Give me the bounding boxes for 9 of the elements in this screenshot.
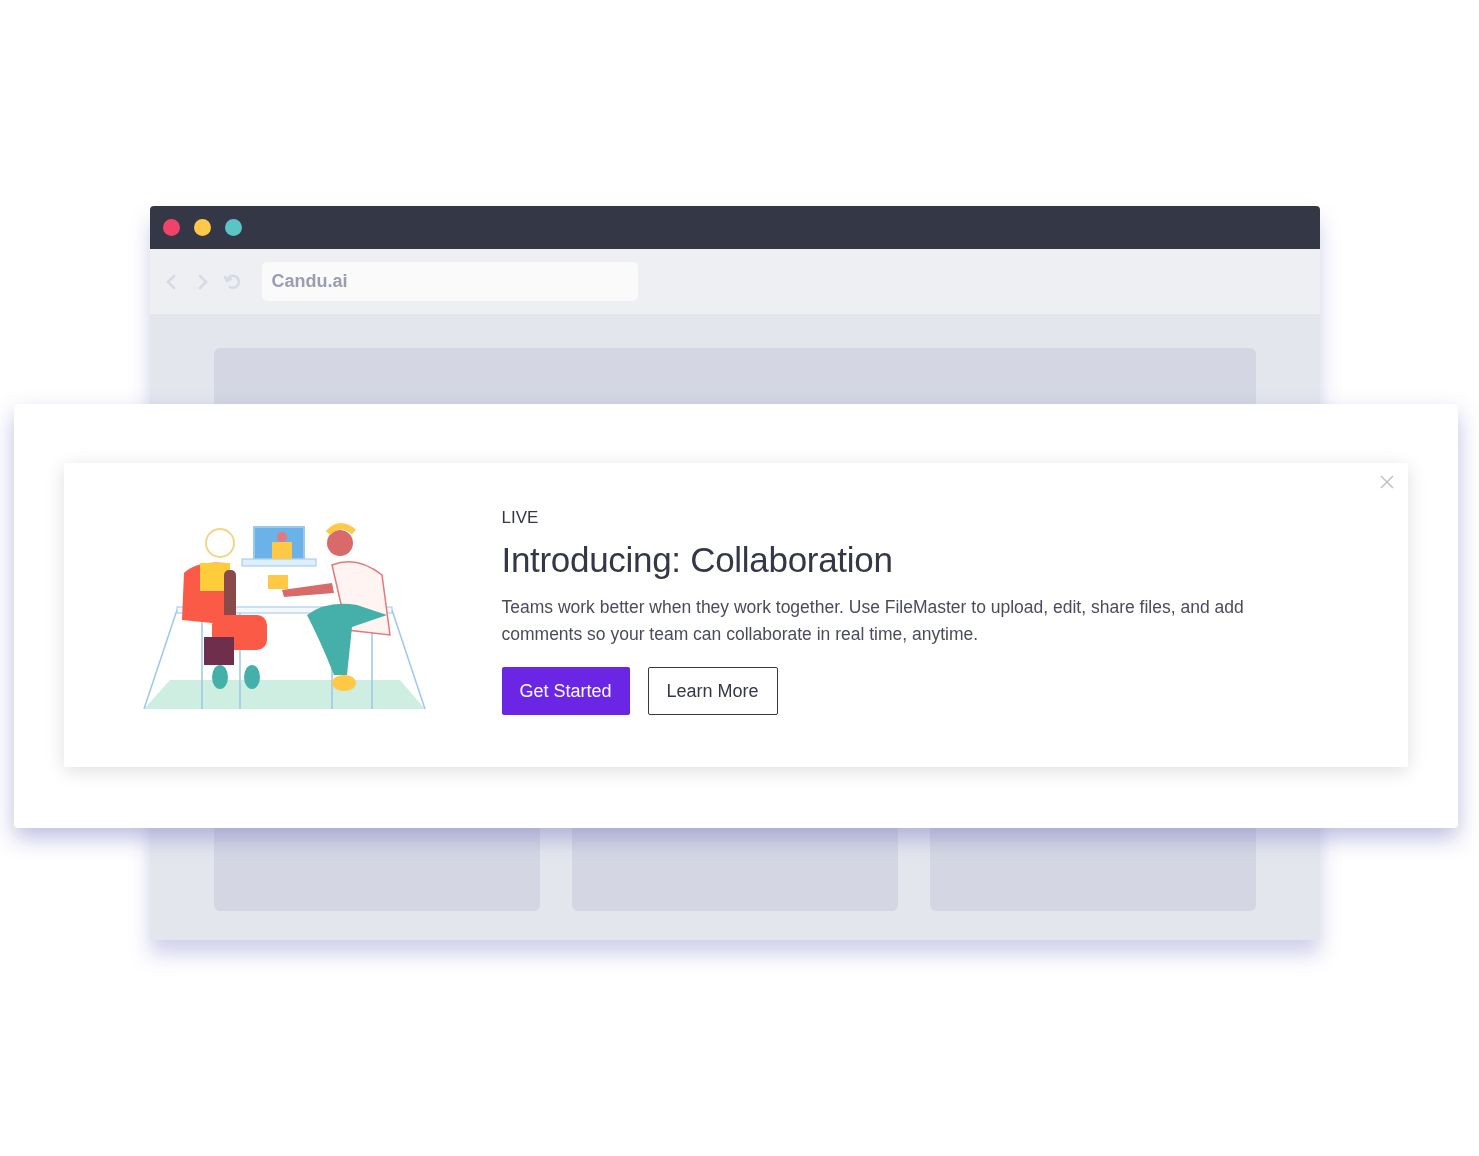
close-icon[interactable] (1378, 473, 1395, 490)
announcement-description: Teams work better when they work together. Use FileMaster to upload, edit, share files, and add comments so your team can collaborate in real time, anytime. (501, 596, 1245, 646)
announcement-title: Introducing: Collaboration (501, 540, 894, 580)
learn-more-button[interactable]: Learn More (647, 667, 778, 715)
window-control-dot[interactable] (193, 219, 211, 236)
window-control-dot[interactable] (224, 219, 242, 236)
get-started-button[interactable]: Get Started (501, 667, 630, 715)
window-control-dot[interactable] (162, 219, 180, 236)
status-label: LIVE (501, 508, 540, 528)
